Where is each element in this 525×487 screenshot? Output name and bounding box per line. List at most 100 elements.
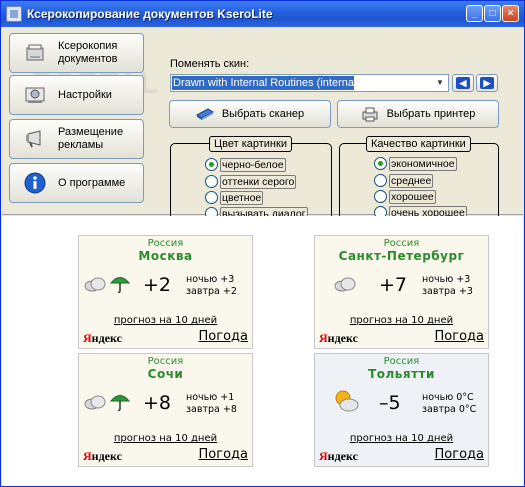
night-value: +3 — [456, 274, 471, 285]
radio-label: оттенки серого — [220, 174, 297, 189]
skin-select[interactable]: Drawn with Internal Routines (internal) … — [170, 74, 449, 92]
night-label: ночью — [186, 392, 218, 403]
sidebar-item-photocopy[interactable]: Ксерокопия документов — [9, 33, 144, 73]
radio-label: цветное — [220, 190, 264, 205]
pogoda-link[interactable]: Погода — [199, 329, 248, 344]
night-label: ночью — [422, 274, 454, 285]
radio-label: экономичное — [389, 156, 457, 171]
yandex-logo-rest: ндекс — [91, 331, 122, 345]
tomorrow-value: 0°C — [458, 404, 477, 415]
weather-tomorrow: завтра +2 — [186, 286, 237, 298]
weather-city: Москва — [138, 249, 193, 263]
weather-country: Россия — [147, 356, 184, 367]
color-option-color[interactable]: цветное — [205, 190, 264, 205]
radio-button[interactable] — [374, 157, 387, 170]
forecast-10-days-link[interactable]: прогноз на 10 дней — [79, 315, 252, 326]
yandex-logo[interactable]: Яндекс — [83, 449, 122, 464]
tomorrow-value: +3 — [458, 286, 473, 297]
chevron-down-icon[interactable]: ▼ — [433, 76, 447, 90]
weather-temperature: +7 — [379, 274, 408, 296]
skin-label: Поменять скин: — [170, 58, 250, 70]
cloud-icon — [84, 395, 106, 410]
weather-city: Сочи — [147, 367, 184, 381]
sidebar-item-about[interactable]: О программе — [9, 163, 144, 203]
yandex-logo[interactable]: Яндекс — [319, 449, 358, 464]
umbrella-icon — [109, 395, 131, 412]
arrow-left-icon: ◀ — [456, 77, 470, 89]
select-printer-button[interactable]: Выбрать принтер — [337, 100, 499, 128]
printer-icon — [362, 107, 378, 122]
select-scanner-label: Выбрать сканер — [221, 108, 305, 120]
yandex-logo-y: Я — [319, 449, 328, 463]
next-skin-button[interactable]: ▶ — [476, 74, 498, 92]
color-option-grayscale[interactable]: оттенки серого — [205, 174, 297, 189]
arrow-right-icon: ▶ — [480, 77, 494, 89]
weather-night: ночью 0°C — [422, 392, 474, 404]
forecast-10-days-link[interactable]: прогноз на 10 дней — [79, 433, 252, 444]
radio-button[interactable] — [374, 190, 387, 203]
window-title: Ксерокопирование документов KseroLite — [27, 7, 273, 21]
radio-button[interactable] — [205, 175, 218, 188]
image-quality-group: Качество картинки экономичное среднее хо… — [339, 136, 499, 223]
tomorrow-label: завтра — [186, 404, 220, 415]
select-scanner-button[interactable]: Выбрать сканер — [169, 100, 331, 128]
night-label: ночью — [422, 392, 454, 403]
cloud-icon — [334, 277, 356, 292]
minimize-button[interactable]: _ — [466, 5, 483, 22]
advertising-icon — [26, 130, 41, 148]
select-printer-label: Выбрать принтер — [386, 108, 476, 120]
radio-label: черно-белое — [220, 157, 286, 172]
yandex-logo[interactable]: Яндекс — [319, 331, 358, 346]
image-color-title: Цвет картинки — [209, 136, 292, 152]
sidebar-item-label: Ксерокопия документов — [58, 40, 118, 65]
weather-tomorrow: завтра +3 — [422, 286, 473, 298]
sun-cloud-icon — [335, 390, 359, 412]
weather-night: ночью +3 — [422, 274, 470, 286]
tomorrow-label: завтра — [422, 404, 456, 415]
yandex-logo-y: Я — [83, 449, 92, 463]
pogoda-link[interactable]: Погода — [199, 447, 248, 462]
maximize-button[interactable]: □ — [484, 5, 501, 22]
previous-skin-button[interactable]: ◀ — [452, 74, 474, 92]
yandex-logo[interactable]: Яндекс — [83, 331, 122, 346]
forecast-10-days-link[interactable]: прогноз на 10 дней — [315, 315, 488, 326]
weather-card-tolyatti: Россия Тольятти –5 ночью 0°C завтра 0°C … — [314, 353, 489, 467]
umbrella-icon — [109, 277, 131, 294]
quality-option-medium[interactable]: среднее — [374, 173, 434, 188]
weather-night: ночью +1 — [186, 392, 234, 404]
color-option-bw[interactable]: черно-белое — [205, 157, 286, 172]
weather-card-saint-petersburg: Россия Санкт-Петербург +7 ночью +3 завтр… — [314, 235, 489, 349]
yandex-logo-y: Я — [319, 331, 328, 345]
forecast-10-days-link[interactable]: прогноз на 10 дней — [315, 433, 488, 444]
radio-label: среднее — [389, 173, 434, 188]
weather-tomorrow: завтра +8 — [186, 404, 237, 416]
image-color-group: Цвет картинки черно-белое оттенки серого… — [170, 136, 332, 223]
weather-country: Россия — [383, 238, 420, 249]
weather-country: Россия — [147, 238, 184, 249]
quality-option-economy[interactable]: экономичное — [374, 156, 457, 171]
radio-button[interactable] — [374, 174, 387, 187]
night-value: +3 — [220, 274, 235, 285]
quality-option-good[interactable]: хорошее — [374, 189, 436, 204]
title-bar[interactable]: Ксерокопирование документов KseroLite _ … — [1, 1, 524, 27]
pogoda-link[interactable]: Погода — [435, 447, 484, 462]
night-value: 0°C — [456, 392, 474, 403]
scanner-icon — [195, 108, 214, 120]
weather-area: Россия Москва +2 ночью +3 завтра +2 прог… — [2, 216, 523, 486]
weather-country: Россия — [383, 356, 420, 367]
info-icon — [24, 172, 46, 194]
weather-card-moscow: Россия Москва +2 ночью +3 завтра +2 прог… — [78, 235, 253, 349]
app-window: Ксерокопирование документов KseroLite _ … — [0, 0, 525, 487]
pogoda-link[interactable]: Погода — [435, 329, 484, 344]
sidebar-item-label: О программе — [58, 176, 126, 189]
weather-city: Тольятти — [368, 367, 435, 381]
close-button[interactable]: × — [502, 5, 519, 22]
sidebar-item-advertising[interactable]: Размещение рекламы — [9, 119, 144, 159]
sidebar-item-label: Размещение рекламы — [58, 126, 124, 151]
cloud-icon — [84, 277, 106, 292]
radio-button[interactable] — [205, 191, 218, 204]
radio-button[interactable] — [205, 158, 218, 171]
sidebar-item-settings[interactable]: Настройки — [9, 75, 144, 115]
image-quality-title: Качество картинки — [366, 136, 471, 152]
tomorrow-value: +8 — [222, 404, 237, 415]
